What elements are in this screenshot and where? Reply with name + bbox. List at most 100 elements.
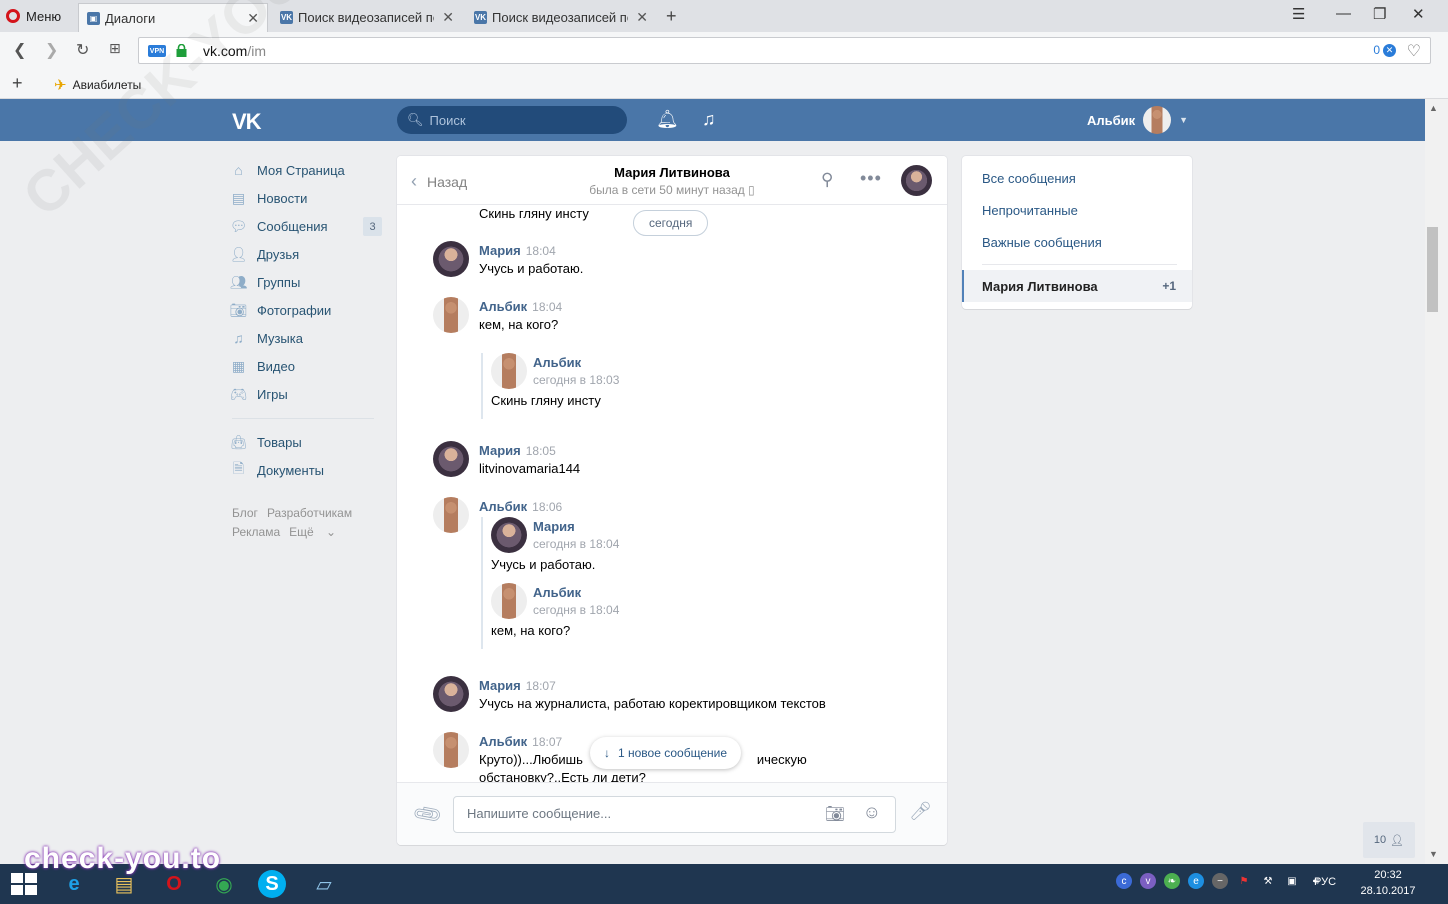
minimize-icon[interactable]: —: [1336, 5, 1351, 22]
message-input-box[interactable]: 📷︎ ☺: [453, 796, 896, 833]
message-author[interactable]: Альбик: [533, 355, 581, 370]
sidebar-item-document[interactable]: 🗎 Документы: [230, 456, 382, 484]
sidebar-item-music[interactable]: ♫ Музыка: [230, 324, 382, 352]
windows-start-icon[interactable]: [11, 873, 37, 895]
chat-avatar[interactable]: [901, 165, 932, 196]
scroll-down-icon[interactable]: ▼: [1429, 849, 1438, 859]
sidebar-item-news[interactable]: ▤ Новости: [230, 184, 382, 212]
dialog-filter-panel: Все сообщения Непрочитанные Важные сообщ…: [962, 156, 1192, 309]
avatar[interactable]: [433, 497, 469, 533]
forwarded-message[interactable]: Мария сегодня в 18:04 Учусь и работаю.: [491, 517, 791, 583]
tray-dash-icon[interactable]: −: [1212, 873, 1228, 889]
skype-icon[interactable]: S: [258, 870, 286, 898]
message-author[interactable]: Альбик: [479, 499, 527, 514]
avatar[interactable]: [433, 297, 469, 333]
message-text: litvinovamaria144: [479, 461, 581, 476]
message-list[interactable]: Скинь гляну инсту сегодня Мария 18:04 Учу…: [397, 205, 947, 782]
footer-link-developers[interactable]: Разработчикам: [267, 506, 352, 520]
back-icon[interactable]: ❮: [13, 40, 26, 60]
close-window-icon[interactable]: ✕: [1412, 5, 1425, 23]
tray-tools-icon[interactable]: ⚒: [1260, 873, 1276, 889]
avatar[interactable]: [433, 732, 469, 768]
scrollbar-thumb[interactable]: [1427, 227, 1438, 312]
sidebar-item-home[interactable]: ⌂ Моя Страница: [230, 156, 382, 184]
footer-link-blog[interactable]: Блог: [232, 506, 258, 520]
footer-link-more[interactable]: Ещё ⌄: [289, 525, 345, 539]
restore-icon[interactable]: ❐: [1373, 5, 1386, 23]
avatar: [1143, 106, 1172, 134]
close-tab-icon[interactable]: ✕: [442, 9, 454, 26]
heart-icon[interactable]: ♡: [1407, 41, 1421, 61]
tray-app-icon[interactable]: c: [1116, 873, 1132, 889]
tray-flag-icon[interactable]: ⚑: [1236, 873, 1252, 889]
sidebar-item-camera[interactable]: 📷︎ Фотографии: [230, 296, 382, 324]
message-author[interactable]: Альбик: [479, 299, 527, 314]
message-author[interactable]: Альбик: [479, 734, 527, 749]
bookmark-aviabilety[interactable]: ✈ Авиабилеты: [54, 76, 141, 94]
language-indicator[interactable]: РУС: [1314, 876, 1336, 888]
notes-icon[interactable]: ▱: [308, 868, 340, 900]
more-icon[interactable]: •••: [860, 168, 882, 189]
speed-dial-icon[interactable]: ⊞: [109, 40, 121, 57]
bell-icon[interactable]: 🔔︎: [656, 109, 679, 130]
chevron-down-icon: ⌄: [326, 525, 337, 539]
tab-dialogs[interactable]: ▣ Диалоги ✕: [78, 3, 268, 32]
forwarded-message[interactable]: Альбик сегодня в 18:03 Скинь гляну инсту: [491, 353, 791, 419]
message-author[interactable]: Мария: [479, 678, 521, 693]
new-message-button[interactable]: ↓ 1 новое сообщение: [590, 737, 742, 769]
avatar[interactable]: [433, 676, 469, 712]
search-icon[interactable]: ⚲: [821, 170, 833, 190]
page-scrollbar[interactable]: ▲ ▼: [1425, 99, 1448, 864]
avatar[interactable]: [433, 241, 469, 277]
viber-icon[interactable]: v: [1140, 873, 1156, 889]
vpn-badge[interactable]: VPN: [148, 45, 166, 57]
message-author[interactable]: Альбик: [533, 585, 581, 600]
message-author[interactable]: Мария: [533, 519, 575, 534]
forwarded-message[interactable]: Альбик сегодня в 18:04 кем, на кого?: [491, 583, 791, 649]
paperclip-icon[interactable]: 📎︎: [410, 797, 445, 832]
tab-video-search-1[interactable]: VK Поиск видеозаписей по з ✕: [272, 3, 462, 32]
network-icon[interactable]: ▣: [1284, 873, 1300, 889]
message-author[interactable]: Мария: [479, 443, 521, 458]
filter-important[interactable]: Важные сообщения: [982, 235, 1102, 250]
scroll-up-icon[interactable]: ▲: [1429, 103, 1438, 113]
avatar[interactable]: [433, 441, 469, 477]
close-tab-icon[interactable]: ✕: [636, 9, 648, 26]
vk-logo[interactable]: VK: [232, 109, 262, 135]
reload-icon[interactable]: ↻: [76, 40, 89, 60]
person-icon: 👤︎: [1390, 834, 1405, 847]
close-tab-icon[interactable]: ✕: [247, 10, 259, 27]
adblock-badge[interactable]: 0 ✕: [1373, 43, 1396, 57]
vk-search-box[interactable]: 🔍︎: [397, 106, 627, 134]
sidebar-item-bag[interactable]: 👜︎ Товары: [230, 428, 382, 456]
filter-unread[interactable]: Непрочитанные: [982, 203, 1078, 218]
new-tab-icon[interactable]: +: [666, 6, 677, 27]
message-author[interactable]: Мария: [479, 243, 521, 258]
camera-icon[interactable]: 📷︎: [825, 804, 845, 824]
sidebar-item-friends[interactable]: 👤︎ Друзья: [230, 240, 382, 268]
online-friends-button[interactable]: 10 👤︎: [1363, 822, 1415, 858]
message-text: Учусь и работаю.: [491, 557, 596, 572]
forward-icon[interactable]: ❯: [45, 40, 58, 60]
vk-search-input[interactable]: [429, 112, 610, 128]
footer-link-ads[interactable]: Реклама: [232, 525, 280, 539]
active-dialog-item[interactable]: Мария Литвинова +1: [962, 270, 1192, 302]
microphone-icon[interactable]: 🎤︎: [909, 801, 932, 822]
system-clock[interactable]: 20:32 28.10.2017: [1356, 867, 1420, 899]
tab-menu-icon[interactable]: ☰: [1292, 5, 1305, 23]
tray-leaf-icon[interactable]: ❧: [1164, 873, 1180, 889]
add-bookmark-icon[interactable]: +: [12, 73, 23, 94]
emoji-icon[interactable]: ☺: [863, 802, 881, 823]
tray-network-app-icon[interactable]: e: [1188, 873, 1204, 889]
message-input[interactable]: [467, 806, 797, 821]
opera-menu-button[interactable]: Меню: [6, 7, 61, 25]
filter-all-messages[interactable]: Все сообщения: [982, 171, 1076, 186]
sidebar-item-gamepad[interactable]: 🎮︎ Игры: [230, 380, 382, 408]
sidebar-item-groups[interactable]: 👥︎ Группы: [230, 268, 382, 296]
music-note-icon[interactable]: ♫: [702, 109, 716, 130]
sidebar-item-messages[interactable]: 💬︎ Сообщения 3: [230, 212, 382, 240]
url-field[interactable]: VPN vk.com/im 0 ✕ ♡: [138, 37, 1431, 64]
user-menu[interactable]: Альбик ▼: [1087, 106, 1188, 134]
sidebar-item-video[interactable]: ▦ Видео: [230, 352, 382, 380]
tab-video-search-2[interactable]: VK Поиск видеозаписей по з ✕: [466, 3, 656, 32]
